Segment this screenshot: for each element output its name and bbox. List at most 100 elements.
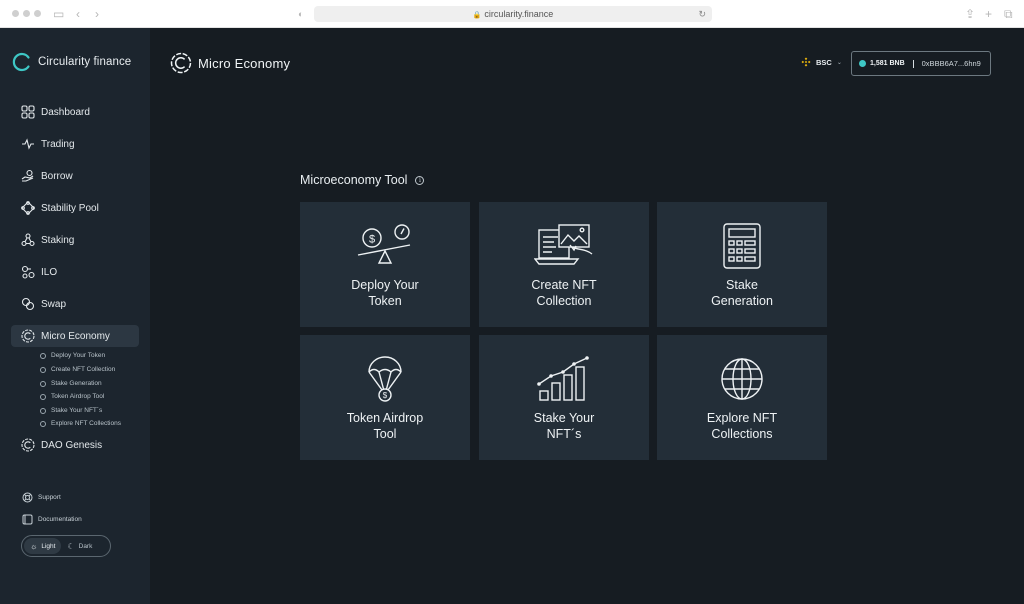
card-explore-nft-collections[interactable]: Explore NFT Collections: [657, 335, 827, 460]
parachute-coin-icon: $: [368, 356, 402, 402]
url-text: circularity.finance: [484, 9, 554, 19]
forward-icon[interactable]: ›: [95, 6, 99, 22]
network-selector[interactable]: BSC ⌄: [801, 57, 842, 67]
card-label: Deploy Your Token: [351, 278, 419, 308]
card-token-airdrop[interactable]: $ Token Airdrop Tool: [300, 335, 470, 460]
sidebar-item-label: Micro Economy: [41, 330, 110, 342]
theme-toggle: ☼ Light ☾ Dark: [21, 535, 111, 557]
sidebar-item-label: Swap: [41, 298, 67, 310]
browser-toolbar: ▭ ‹ › ◐ 🔒 circularity.finance ↻ ⇪ + ⧉: [0, 0, 1024, 28]
circularity-logo-icon: [12, 52, 30, 72]
card-create-nft-collection[interactable]: Create NFT Collection: [479, 202, 649, 327]
sidebar-item-ilo[interactable]: ILO: [11, 261, 139, 283]
shield-icon[interactable]: ◐: [298, 6, 303, 22]
swap-icon: [21, 297, 35, 311]
sub-item-label: Stake Generation: [51, 380, 102, 387]
nodes-icon: [21, 201, 35, 215]
chevron-down-icon: ⌄: [836, 59, 842, 66]
seesaw-coins-icon: $: [357, 224, 411, 264]
minimize-window-dot[interactable]: [23, 10, 30, 17]
theme-dark-label: Dark: [78, 542, 93, 550]
sidebar-item-label: Stability Pool: [41, 202, 99, 214]
sidebar-item-label: Borrow: [41, 170, 73, 182]
bullet-icon: [40, 393, 46, 400]
card-label: Stake Generation: [711, 278, 773, 308]
bnb-chain-icon: [801, 57, 811, 67]
sidebar-item-trading[interactable]: Trading: [11, 133, 139, 155]
sub-item-label: Explore NFT Collections: [51, 420, 121, 427]
sun-icon: ☼: [30, 541, 38, 551]
sub-item-stake-generation[interactable]: Stake Generation: [40, 380, 102, 387]
wallet-status-dot: [859, 60, 866, 67]
document-icon: [22, 514, 33, 525]
circularity-icon: [21, 438, 35, 452]
svg-text:$: $: [383, 391, 388, 400]
coins-icon: [21, 265, 35, 279]
page-title: Micro Economy: [198, 55, 291, 71]
brand-logo[interactable]: Circularity finance: [12, 52, 131, 72]
support-label: Support: [38, 494, 61, 501]
documentation-label: Documentation: [38, 516, 82, 523]
sub-item-stake-nfts[interactable]: Stake Your NFT´s: [40, 407, 102, 414]
divider: [912, 59, 914, 68]
card-label: Token Airdrop Tool: [346, 411, 424, 441]
close-window-dot[interactable]: [12, 10, 19, 17]
laptop-image-icon: [534, 224, 593, 265]
tabs-overview-icon[interactable]: ⧉: [1004, 6, 1013, 22]
calculator-icon: [723, 223, 761, 269]
sub-item-explore-nft-collections[interactable]: Explore NFT Collections: [40, 420, 121, 427]
bullet-icon: [40, 366, 46, 373]
circularity-icon: [21, 329, 35, 343]
section-title: Microeconomy Tool: [300, 173, 408, 187]
card-label: Explore NFT Collections: [706, 411, 778, 441]
theme-light-label: Light: [41, 542, 56, 550]
brand-name: Circularity finance: [38, 56, 132, 68]
bullet-icon: [40, 380, 46, 387]
app-window: Circularity finance Dashboard Trading Bo…: [0, 28, 1024, 604]
molecule-icon: [21, 233, 35, 247]
sub-item-deploy-token[interactable]: Deploy Your Token: [40, 352, 105, 359]
theme-light-option[interactable]: ☼ Light: [24, 538, 62, 554]
sub-item-label: Create NFT Collection: [51, 366, 116, 373]
pulse-icon: [21, 137, 35, 151]
network-label: BSC: [816, 57, 832, 67]
card-label: Create NFT Collection: [531, 278, 597, 308]
circularity-icon: [170, 52, 192, 74]
sidebar-item-stability-pool[interactable]: Stability Pool: [11, 197, 139, 219]
sub-item-label: Deploy Your Token: [51, 352, 106, 359]
support-link[interactable]: Support: [22, 492, 61, 503]
card-deploy-token[interactable]: $ Deploy Your Token: [300, 202, 470, 327]
info-icon[interactable]: i: [415, 175, 425, 185]
sidebar-item-staking[interactable]: Staking: [11, 229, 139, 251]
maximize-window-dot[interactable]: [34, 10, 41, 17]
moon-icon: ☾: [67, 541, 75, 551]
sidebar-item-label: DAO Genesis: [41, 439, 103, 451]
new-tab-icon[interactable]: +: [985, 6, 992, 22]
share-icon[interactable]: ⇪: [965, 6, 975, 22]
card-stake-nfts[interactable]: Stake Your NFT´s: [479, 335, 649, 460]
theme-dark-option[interactable]: ☾ Dark: [61, 538, 98, 554]
sidebar-item-borrow[interactable]: Borrow: [11, 165, 139, 187]
wallet-button[interactable]: 1,581 BNB 0xBBB6A7...6hn9: [851, 51, 991, 76]
sub-item-create-nft-collection[interactable]: Create NFT Collection: [40, 366, 115, 373]
address-bar[interactable]: 🔒 circularity.finance ↻: [314, 6, 712, 22]
documentation-link[interactable]: Documentation: [22, 514, 82, 525]
grid-icon: [21, 105, 35, 119]
sidebar-item-label: Staking: [41, 234, 75, 246]
sub-item-label: Stake Your NFT´s: [51, 407, 103, 414]
lock-icon: 🔒: [472, 12, 482, 19]
reload-icon[interactable]: ↻: [698, 6, 706, 22]
card-stake-generation[interactable]: Stake Generation: [657, 202, 827, 327]
sidebar-toggle-icon[interactable]: ▭: [53, 6, 64, 22]
wallet-balance: 1,581 BNB: [870, 60, 905, 67]
sidebar-item-dao-genesis[interactable]: DAO Genesis: [11, 434, 139, 456]
bullet-icon: [40, 420, 46, 427]
sidebar-item-swap[interactable]: Swap: [11, 293, 139, 315]
page-header: Micro Economy: [170, 52, 290, 74]
wallet-address: 0xBBB6A7...6hn9: [921, 59, 981, 68]
sidebar-item-micro-economy[interactable]: Micro Economy: [11, 325, 139, 347]
back-icon[interactable]: ‹: [76, 6, 80, 22]
sub-item-token-airdrop[interactable]: Token Airdrop Tool: [40, 393, 104, 400]
globe-icon: [721, 358, 763, 400]
sidebar-item-dashboard[interactable]: Dashboard: [11, 101, 139, 123]
